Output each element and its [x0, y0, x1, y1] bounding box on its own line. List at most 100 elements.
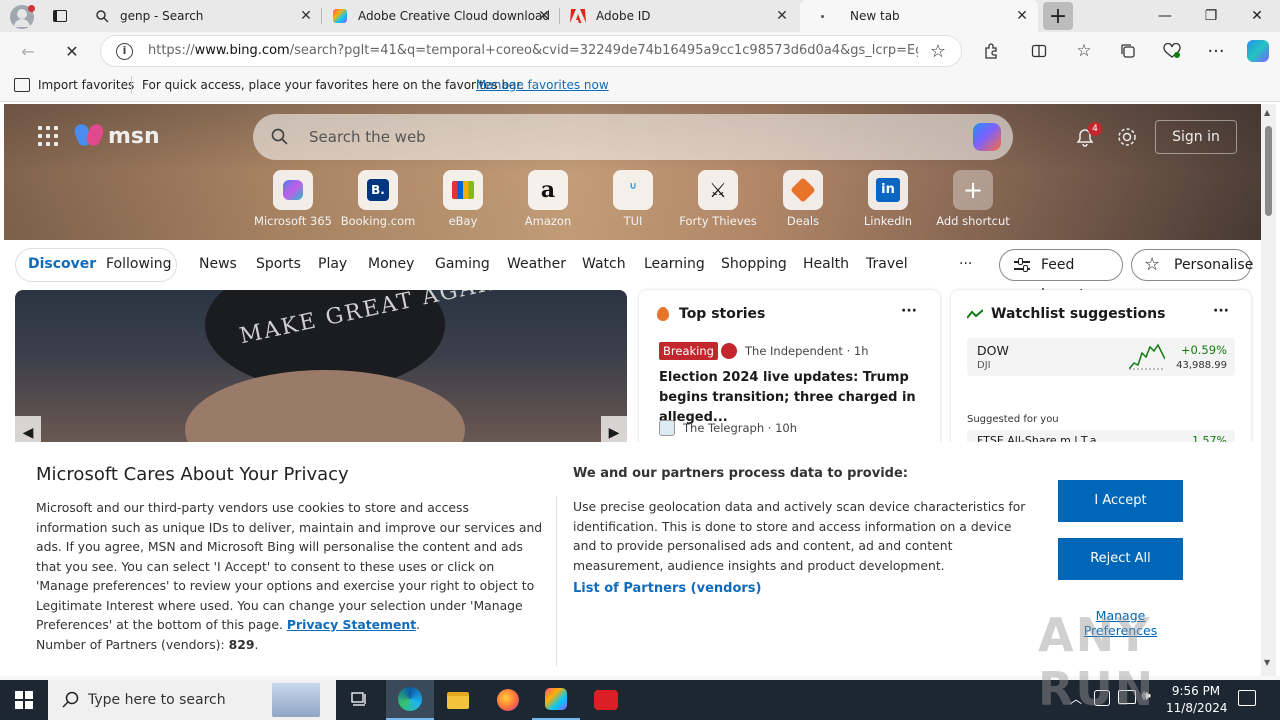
tab-genp-search[interactable]: genp - Search ✕	[86, 0, 322, 32]
app-launcher-icon[interactable]	[38, 126, 58, 146]
extensions-icon[interactable]	[977, 37, 1005, 65]
shortcut-linkedin[interactable]: in LinkedIn	[846, 170, 930, 228]
split-screen-icon[interactable]	[1025, 37, 1053, 65]
browser-essentials-icon[interactable]	[1158, 37, 1186, 65]
privacy-statement-link[interactable]: Privacy Statement	[287, 617, 416, 632]
hero-story-image[interactable]: MAKE GREAT AGAIN ◀ ▶	[15, 290, 627, 450]
consent-right-body: Use precise geolocation data and activel…	[573, 499, 1026, 573]
notification-count: 4	[1088, 122, 1102, 136]
copilot-icon[interactable]	[1244, 37, 1272, 65]
tab-actions-icon[interactable]	[50, 6, 70, 26]
favorites-bar-message: For quick access, place your favorites h…	[142, 78, 525, 92]
consent-title: Microsoft Cares About Your Privacy	[36, 464, 349, 485]
collections-icon[interactable]	[1114, 37, 1142, 65]
shortcut-deals[interactable]: Deals	[761, 170, 845, 228]
site-info-icon[interactable]: i	[116, 43, 133, 60]
msn-logo[interactable]: msn	[72, 122, 160, 150]
edge-taskbar-icon[interactable]	[386, 680, 434, 720]
settings-gear-icon[interactable]	[1116, 126, 1138, 152]
shortcut-add[interactable]: + Add shortcut	[931, 170, 1015, 228]
window-close-button[interactable]: ✕	[1234, 0, 1280, 32]
reject-all-button[interactable]: Reject All	[1058, 538, 1183, 580]
more-options-icon[interactable]: ···	[901, 303, 917, 319]
shortcut-tui[interactable]: ᐡ TUI	[591, 170, 675, 228]
tab-health[interactable]: Health	[803, 256, 849, 272]
list-of-partners-link[interactable]: List of Partners (vendors)	[573, 581, 761, 596]
consent-body: Microsoft and our third-party vendors us…	[36, 500, 543, 632]
shortcut-amazon[interactable]: a Amazon	[506, 170, 590, 228]
page-scrollbar[interactable]: ▲ ▼	[1261, 104, 1276, 676]
stock-symbol: DOW	[977, 343, 1009, 358]
telegraph-logo-icon	[659, 420, 675, 436]
back-icon[interactable]: ←	[14, 37, 42, 65]
profile-avatar[interactable]	[10, 5, 35, 29]
msn-butterfly-icon	[72, 122, 106, 150]
tab-learning[interactable]: Learning	[644, 256, 705, 272]
new-tab-button[interactable]: +	[1043, 2, 1073, 30]
face-shape	[185, 370, 465, 450]
shortcut-booking[interactable]: B. Booking.com	[336, 170, 420, 228]
consent-right-title: We and our partners process data to prov…	[573, 466, 908, 481]
sign-in-button[interactable]: Sign in	[1155, 120, 1237, 154]
url-text[interactable]: https://www.bing.com/search?pglt=41&q=te…	[148, 43, 918, 58]
start-button[interactable]	[0, 680, 48, 720]
shortcut-microsoft-365[interactable]: Microsoft 365	[251, 170, 335, 228]
notifications-bell-icon[interactable]: 4	[1074, 122, 1102, 152]
creative-cloud-taskbar-icon[interactable]	[532, 680, 580, 720]
search-highlight-image	[272, 683, 320, 717]
sparkline-chart	[1129, 343, 1165, 370]
crossed-swords-icon: ⚔	[709, 178, 727, 202]
tab-money[interactable]: Money	[368, 256, 414, 272]
close-icon[interactable]: ✕	[298, 8, 314, 24]
tab-play[interactable]: Play	[318, 256, 347, 272]
minimize-button[interactable]: —	[1142, 0, 1188, 32]
scroll-up-icon[interactable]: ▲	[1264, 108, 1270, 117]
stock-row-dow[interactable]: DOW DJI +0.59% 43,988.99	[967, 338, 1235, 376]
personalise-button[interactable]: ☆ Personalise	[1131, 249, 1253, 281]
story-headline[interactable]: Election 2024 live updates: Trump begins…	[659, 368, 927, 428]
taskbar-search-placeholder: Type here to search	[88, 692, 226, 708]
task-view-icon[interactable]	[336, 680, 384, 720]
tab-watch[interactable]: Watch	[582, 256, 626, 272]
favorite-star-icon[interactable]: ☆	[924, 37, 952, 65]
more-tabs-icon[interactable]: ···	[959, 256, 972, 272]
tab-creative-cloud[interactable]: Adobe Creative Cloud download ✕	[324, 0, 560, 32]
feed-layout-button[interactable]: Feed layout	[999, 249, 1123, 303]
settings-more-icon[interactable]: ···	[1202, 37, 1230, 65]
tab-sports[interactable]: Sports	[256, 256, 301, 272]
firefox-icon[interactable]	[484, 680, 532, 720]
restore-button[interactable]: ❐	[1188, 0, 1234, 32]
tab-adobe-id[interactable]: Adobe ID ✕	[562, 0, 798, 32]
close-icon[interactable]: ✕	[536, 8, 552, 24]
personalise-icon: ☆	[1144, 254, 1161, 275]
tab-discover[interactable]: Discover	[28, 256, 96, 272]
tab-weather[interactable]: Weather	[507, 256, 566, 272]
copilot-icon[interactable]	[973, 123, 1001, 151]
close-icon[interactable]: ✕	[1014, 8, 1030, 24]
tab-new-tab[interactable]: New tab ✕	[800, 0, 1038, 32]
scroll-thumb[interactable]	[1265, 126, 1272, 216]
stop-loading-icon[interactable]: ✕	[58, 37, 86, 65]
top-stories-title: Top stories	[679, 306, 766, 322]
tab-title: New tab	[850, 9, 900, 23]
more-options-icon[interactable]: ···	[1213, 303, 1229, 319]
tab-travel[interactable]: Travel	[866, 256, 908, 272]
manage-favorites-link[interactable]: Manage favorites now	[476, 78, 609, 92]
tab-gaming[interactable]: Gaming	[435, 256, 490, 272]
taskbar-search-box[interactable]: Type here to search	[48, 680, 336, 720]
microsoft-365-icon	[283, 180, 303, 200]
shortcut-forty-thieves[interactable]: ⚔ Forty Thieves	[676, 170, 760, 228]
tab-following[interactable]: Following	[106, 256, 172, 272]
import-favorites-button[interactable]: Import favorites	[38, 78, 134, 92]
file-explorer-icon[interactable]	[434, 680, 482, 720]
adobe-icon	[570, 8, 586, 24]
tab-shopping[interactable]: Shopping	[721, 256, 787, 272]
plus-icon: +	[953, 170, 993, 210]
favorites-icon[interactable]: ☆	[1070, 37, 1098, 65]
shortcut-ebay[interactable]: eBay	[421, 170, 505, 228]
tab-news[interactable]: News	[199, 256, 237, 272]
msn-search-box[interactable]: Search the web	[253, 114, 1013, 160]
accept-button[interactable]: I Accept	[1058, 480, 1183, 522]
adobe-cc-app-icon[interactable]	[582, 680, 630, 720]
close-icon[interactable]: ✕	[774, 8, 790, 24]
